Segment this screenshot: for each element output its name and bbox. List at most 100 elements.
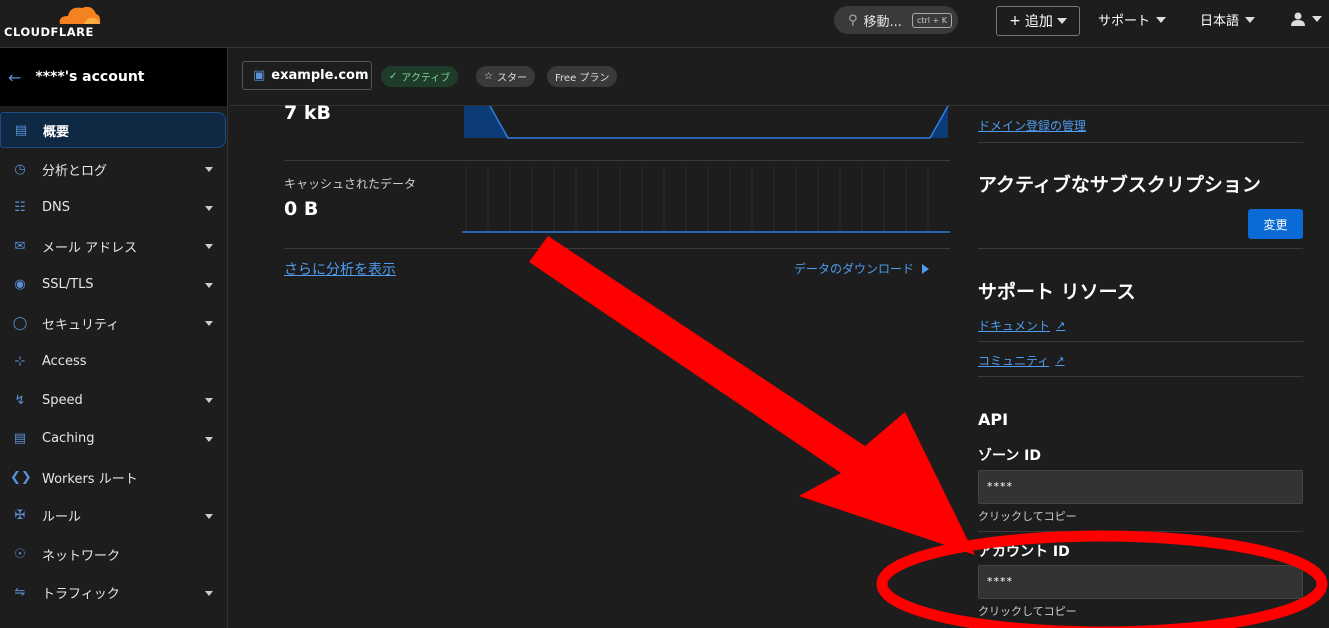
sidebar-item-workers-routes[interactable]: ❮❯ Workers ルート [0, 458, 227, 497]
sidebar-item-label: メール アドレス [42, 240, 138, 256]
zone-id-copy-hint: クリックしてコピー [978, 510, 1077, 523]
sidebar-item-label: Speed [42, 392, 83, 408]
chevron-down-icon [205, 244, 213, 249]
support-menu[interactable]: サポート [1098, 10, 1167, 29]
sidebar-item-analytics[interactable]: ◷ 分析とログ [0, 150, 227, 189]
check-icon: ✓ [389, 71, 398, 82]
zone-selector[interactable]: ▣ example.com [242, 61, 372, 90]
download-data-link[interactable]: データのダウンロード [794, 260, 930, 277]
documentation-link[interactable]: ドキュメント ↗ [978, 317, 1065, 334]
divider [284, 160, 950, 161]
envelope-icon: ✉ [14, 238, 26, 254]
chevron-down-icon [205, 167, 213, 172]
status-badge: ✓ アクティブ [381, 66, 459, 87]
account-id-field[interactable]: **** [978, 565, 1303, 599]
star-button[interactable]: ☆ スター [476, 66, 535, 87]
plan-label: Free プラン [555, 73, 610, 84]
sidebar-item-caching[interactable]: ▤ Caching [0, 420, 227, 459]
lightning-icon: ↯ [14, 392, 26, 408]
plus-icon: + [1009, 13, 1021, 29]
user-icon [1291, 12, 1305, 26]
chevron-down-icon [205, 513, 213, 519]
community-link[interactable]: コミュニティ ↗ [978, 352, 1065, 369]
red-arrow [529, 236, 975, 555]
external-link-icon: ↗ [1056, 319, 1066, 332]
play-icon [922, 263, 930, 274]
language-menu[interactable]: 日本語 [1200, 10, 1256, 29]
chevron-down-icon [1156, 16, 1167, 23]
search-icon: ⚲ [848, 12, 858, 28]
sidebar-item-label: 分析とログ [42, 163, 108, 179]
bandwidth-value: 7 kB [284, 102, 331, 124]
top-bar: CLOUDFLARE ⚲ 移動... ctrl + K + 追加 サポート 日本… [0, 0, 1329, 48]
cloud-logo-icon [59, 6, 101, 24]
sidebar-item-access[interactable]: ⊹ Access [0, 343, 227, 382]
sidebar-item-ssl-tls[interactable]: ◉ SSL/TLS [0, 266, 227, 305]
location-icon: ☉ [14, 546, 26, 562]
fork-icon: ✠ [14, 508, 26, 524]
search-label: 移動... [863, 14, 902, 30]
document-icon: ▤ [14, 122, 28, 138]
search-input[interactable]: ⚲ 移動... ctrl + K [834, 6, 958, 34]
sidebar-item-label: SSL/TLS [42, 277, 94, 293]
sidebar-item-label: Access [42, 354, 87, 370]
account-id-copy-hint: クリックしてコピー [978, 605, 1077, 618]
docs-link-label: ドキュメント [978, 319, 1051, 333]
sidebar-item-label: セキュリティ [42, 317, 120, 333]
domain-registration-link[interactable]: ドメイン登録の管理 [978, 117, 1086, 134]
community-link-label: コミュニティ [978, 354, 1050, 368]
add-button[interactable]: + 追加 [996, 6, 1080, 36]
sidebar-item-traffic[interactable]: ⇋ トラフィック [0, 574, 227, 613]
shortcut-hint: ctrl + K [911, 12, 953, 28]
analytics-sparklines [462, 106, 950, 233]
support-resources-title: サポート リソース [978, 281, 1136, 303]
download-label: データのダウンロード [794, 262, 915, 276]
chevron-down-icon [205, 398, 213, 403]
divider [978, 531, 1303, 532]
sidebar-item-rules[interactable]: ✠ ルール [0, 497, 227, 536]
sidebar-item-label: ルール [42, 510, 82, 526]
more-analytics-link[interactable]: さらに分析を表示 [284, 259, 396, 279]
sidebar-item-email[interactable]: ✉ メール アドレス [0, 227, 227, 266]
zone-name: example.com [271, 68, 369, 83]
lock-icon: ◉ [14, 277, 26, 293]
chart-icon: ◷ [14, 161, 26, 177]
account-id-label: アカウント ID [978, 544, 1070, 560]
sidebar-item-speed[interactable]: ↯ Speed [0, 381, 227, 420]
change-button[interactable]: 変更 [1248, 209, 1303, 239]
subscriptions-title: アクティブなサブスクリプション [978, 174, 1261, 196]
support-label: サポート [1098, 14, 1151, 29]
sparkline-cached [462, 166, 950, 233]
sidebar-item-security[interactable]: ◯ セキュリティ [0, 304, 227, 343]
chevron-down-icon [205, 321, 213, 326]
window-icon: ▣ [253, 68, 266, 83]
zone-id-label: ゾーン ID [978, 448, 1042, 464]
star-label: スター [496, 73, 527, 84]
sidebar-item-dns[interactable]: ☷ DNS [0, 189, 227, 228]
user-menu[interactable] [1290, 12, 1322, 26]
chevron-down-icon [1312, 16, 1322, 22]
sidebar-item-label: 概要 [43, 124, 70, 140]
divider [978, 341, 1303, 342]
shield-icon: ◯ [12, 315, 28, 331]
traffic-icon: ⇋ [14, 585, 26, 601]
workers-icon: ❮❯ [10, 469, 32, 485]
api-title: API [978, 410, 1009, 429]
cloudflare-logo[interactable]: CLOUDFLARE [4, 2, 104, 44]
external-link-icon: ↗ [1055, 354, 1065, 367]
zone-id-field[interactable]: **** [978, 470, 1303, 504]
sidebar-item-label: Caching [42, 431, 95, 447]
chevron-down-icon [1056, 18, 1067, 24]
divider [978, 248, 1303, 249]
divider [284, 248, 950, 249]
chevron-down-icon [205, 282, 213, 288]
star-icon: ☆ [484, 71, 493, 82]
sidebar-item-label: Workers ルート [42, 471, 138, 487]
server-icon: ▤ [13, 431, 27, 447]
sidebar-item-overview[interactable]: ▤ 概要 [0, 112, 226, 148]
sidebar-item-network[interactable]: ☉ ネットワーク [0, 535, 227, 574]
account-name: ****'s account [35, 69, 145, 85]
sidebar-item-label: DNS [42, 200, 70, 216]
back-arrow-icon[interactable]: ← [8, 68, 21, 87]
account-header[interactable]: ← ****'s account [0, 48, 227, 106]
